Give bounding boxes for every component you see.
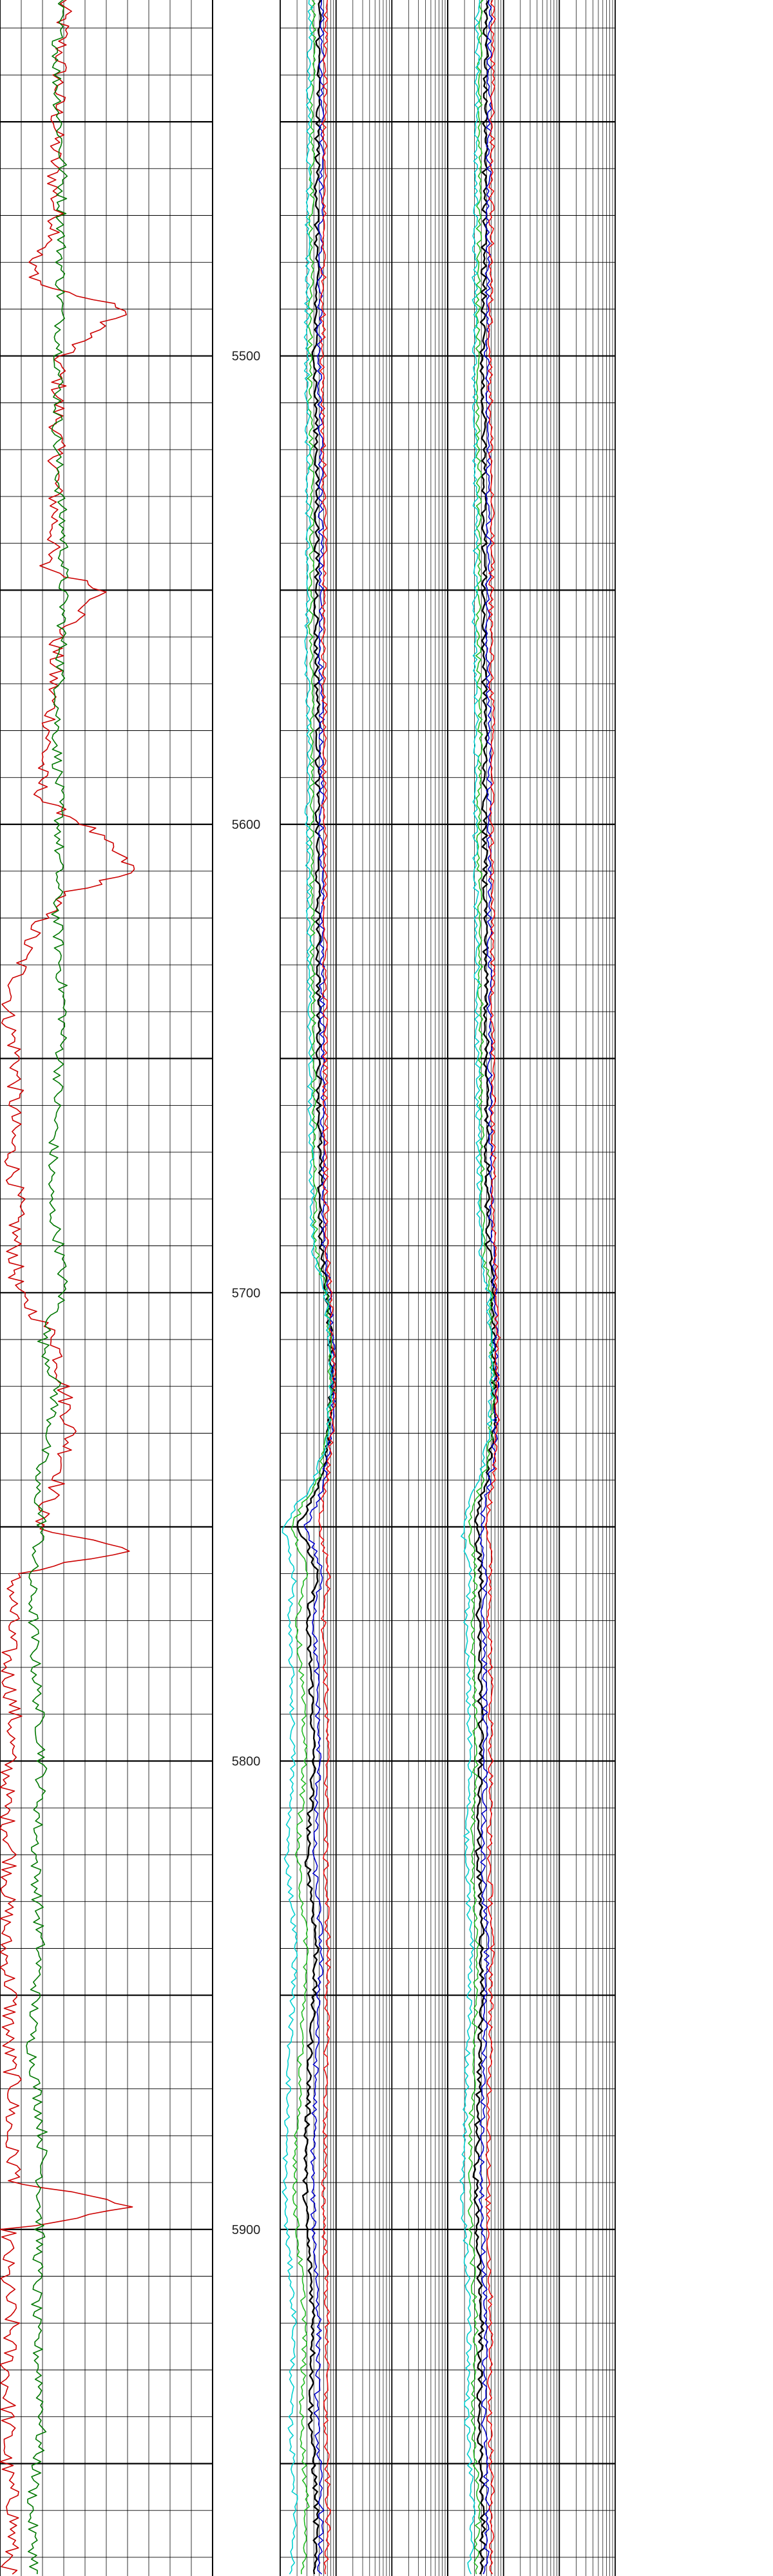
log-curve-track3-series4 xyxy=(468,0,496,2575)
depth-tick-label: 5600 xyxy=(232,818,261,832)
well-log-chart: 5500 5600 5700 5800 5900 xyxy=(0,0,616,2576)
log-curve-track1-series1 xyxy=(0,0,135,2575)
depth-labels: 5500 5600 5700 5800 5900 xyxy=(232,350,261,2237)
depth-tick-label: 5900 xyxy=(232,2223,261,2237)
depth-tick-label: 5700 xyxy=(232,1286,261,1300)
depth-tick-label: 5800 xyxy=(232,1755,261,1769)
depth-tick-label: 5500 xyxy=(232,350,261,364)
log-curve-track2-series4 xyxy=(291,0,334,2575)
